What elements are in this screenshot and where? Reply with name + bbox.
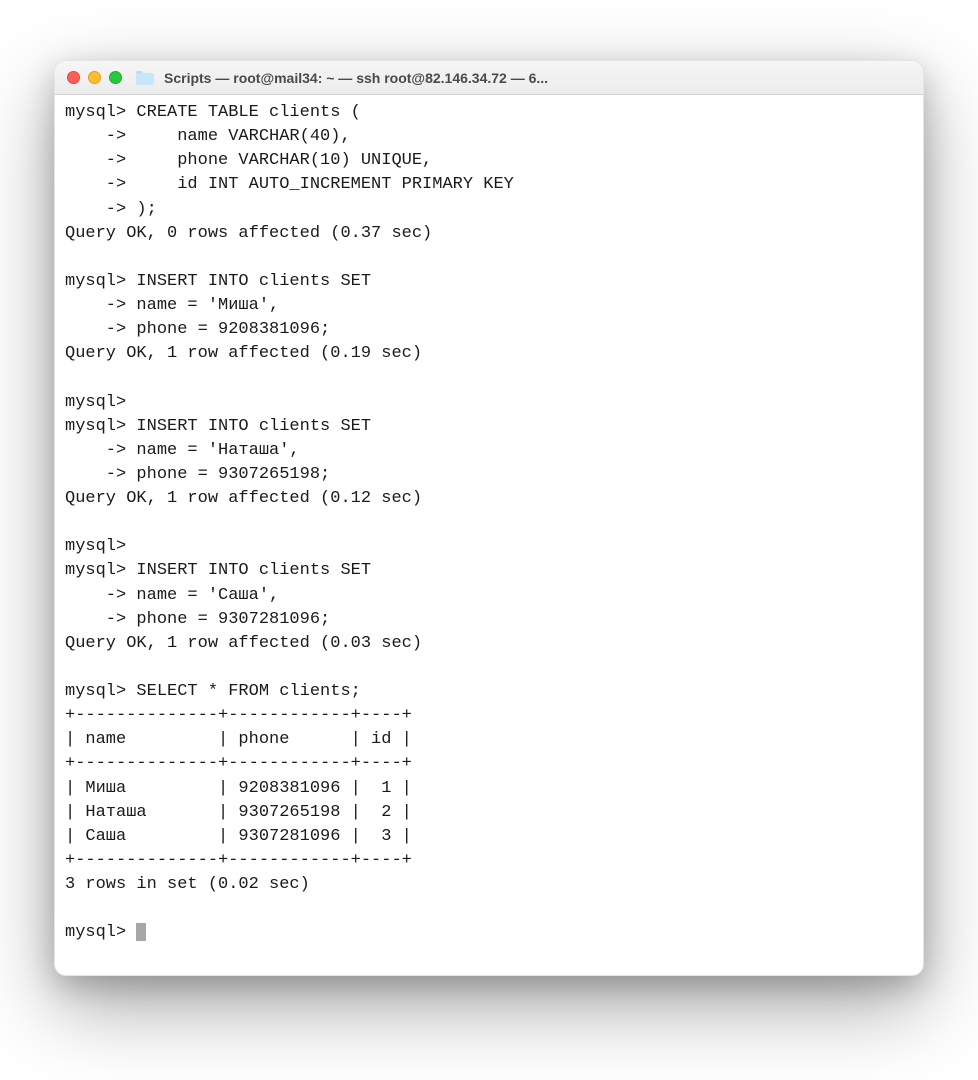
zoom-icon[interactable] bbox=[109, 71, 122, 84]
cursor-block bbox=[136, 923, 146, 941]
folder-icon bbox=[136, 71, 154, 85]
terminal-lines: mysql> CREATE TABLE clients ( -> name VA… bbox=[65, 103, 514, 894]
window-titlebar[interactable]: Scripts — root@mail34: ~ — ssh root@82.1… bbox=[55, 61, 923, 95]
close-icon[interactable] bbox=[67, 71, 80, 84]
terminal-output[interactable]: mysql> CREATE TABLE clients ( -> name VA… bbox=[55, 95, 923, 975]
window-title: Scripts — root@mail34: ~ — ssh root@82.1… bbox=[162, 70, 911, 86]
traffic-lights bbox=[67, 71, 122, 84]
terminal-prompt: mysql> bbox=[65, 923, 136, 942]
minimize-icon[interactable] bbox=[88, 71, 101, 84]
terminal-window: Scripts — root@mail34: ~ — ssh root@82.1… bbox=[54, 60, 924, 976]
